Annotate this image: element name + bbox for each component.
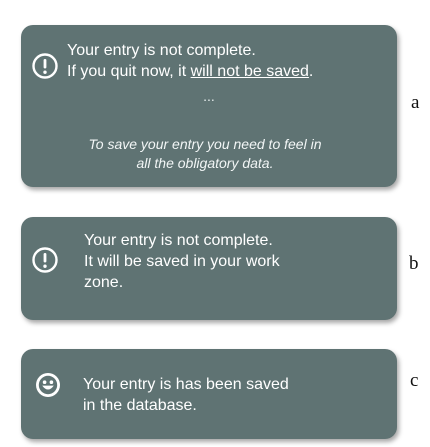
message-line-3: zone. bbox=[84, 274, 124, 291]
variant-label-a: a bbox=[411, 92, 420, 113]
ellipsis: ... bbox=[203, 88, 215, 104]
incomplete-entry-warning-card: Your entry is not complete. If you quit … bbox=[21, 25, 397, 187]
exclamation-circle-icon bbox=[32, 53, 58, 79]
message-line-1: Your entry is not complete. bbox=[84, 232, 273, 249]
work-zone-message: Your entry is not complete. It will be s… bbox=[84, 230, 369, 293]
obligatory-data-hint: To save your entry you need to feel in a… bbox=[35, 135, 375, 173]
message-line-1: Your entry is has been saved bbox=[83, 376, 289, 393]
message-line-1: Your entry is not complete. bbox=[67, 42, 256, 59]
variant-label-b: b bbox=[409, 253, 419, 274]
warning-message: Your entry is not complete. If you quit … bbox=[67, 40, 397, 82]
message-line-2: It will be saved in your work bbox=[84, 253, 280, 270]
saved-message: Your entry is has been saved in the data… bbox=[83, 374, 368, 416]
hint-line-2: all the obligatory data. bbox=[136, 155, 274, 171]
message-line-2: in the database. bbox=[83, 397, 197, 414]
smiley-icon bbox=[36, 373, 60, 397]
variant-label-c: c bbox=[410, 370, 419, 391]
not-saved-emphasis: will not be saved bbox=[190, 63, 309, 80]
saved-to-work-zone-card: Your entry is not complete. It will be s… bbox=[21, 217, 397, 320]
message-line-2: If you quit now, it will not be saved. bbox=[67, 63, 314, 80]
saved-confirmation-card: Your entry is has been saved in the data… bbox=[21, 349, 397, 439]
exclamation-circle-icon bbox=[32, 247, 58, 273]
hint-line-1: To save your entry you need to feel in bbox=[88, 136, 322, 152]
notification-examples: Your entry is not complete. If you quit … bbox=[0, 0, 430, 447]
